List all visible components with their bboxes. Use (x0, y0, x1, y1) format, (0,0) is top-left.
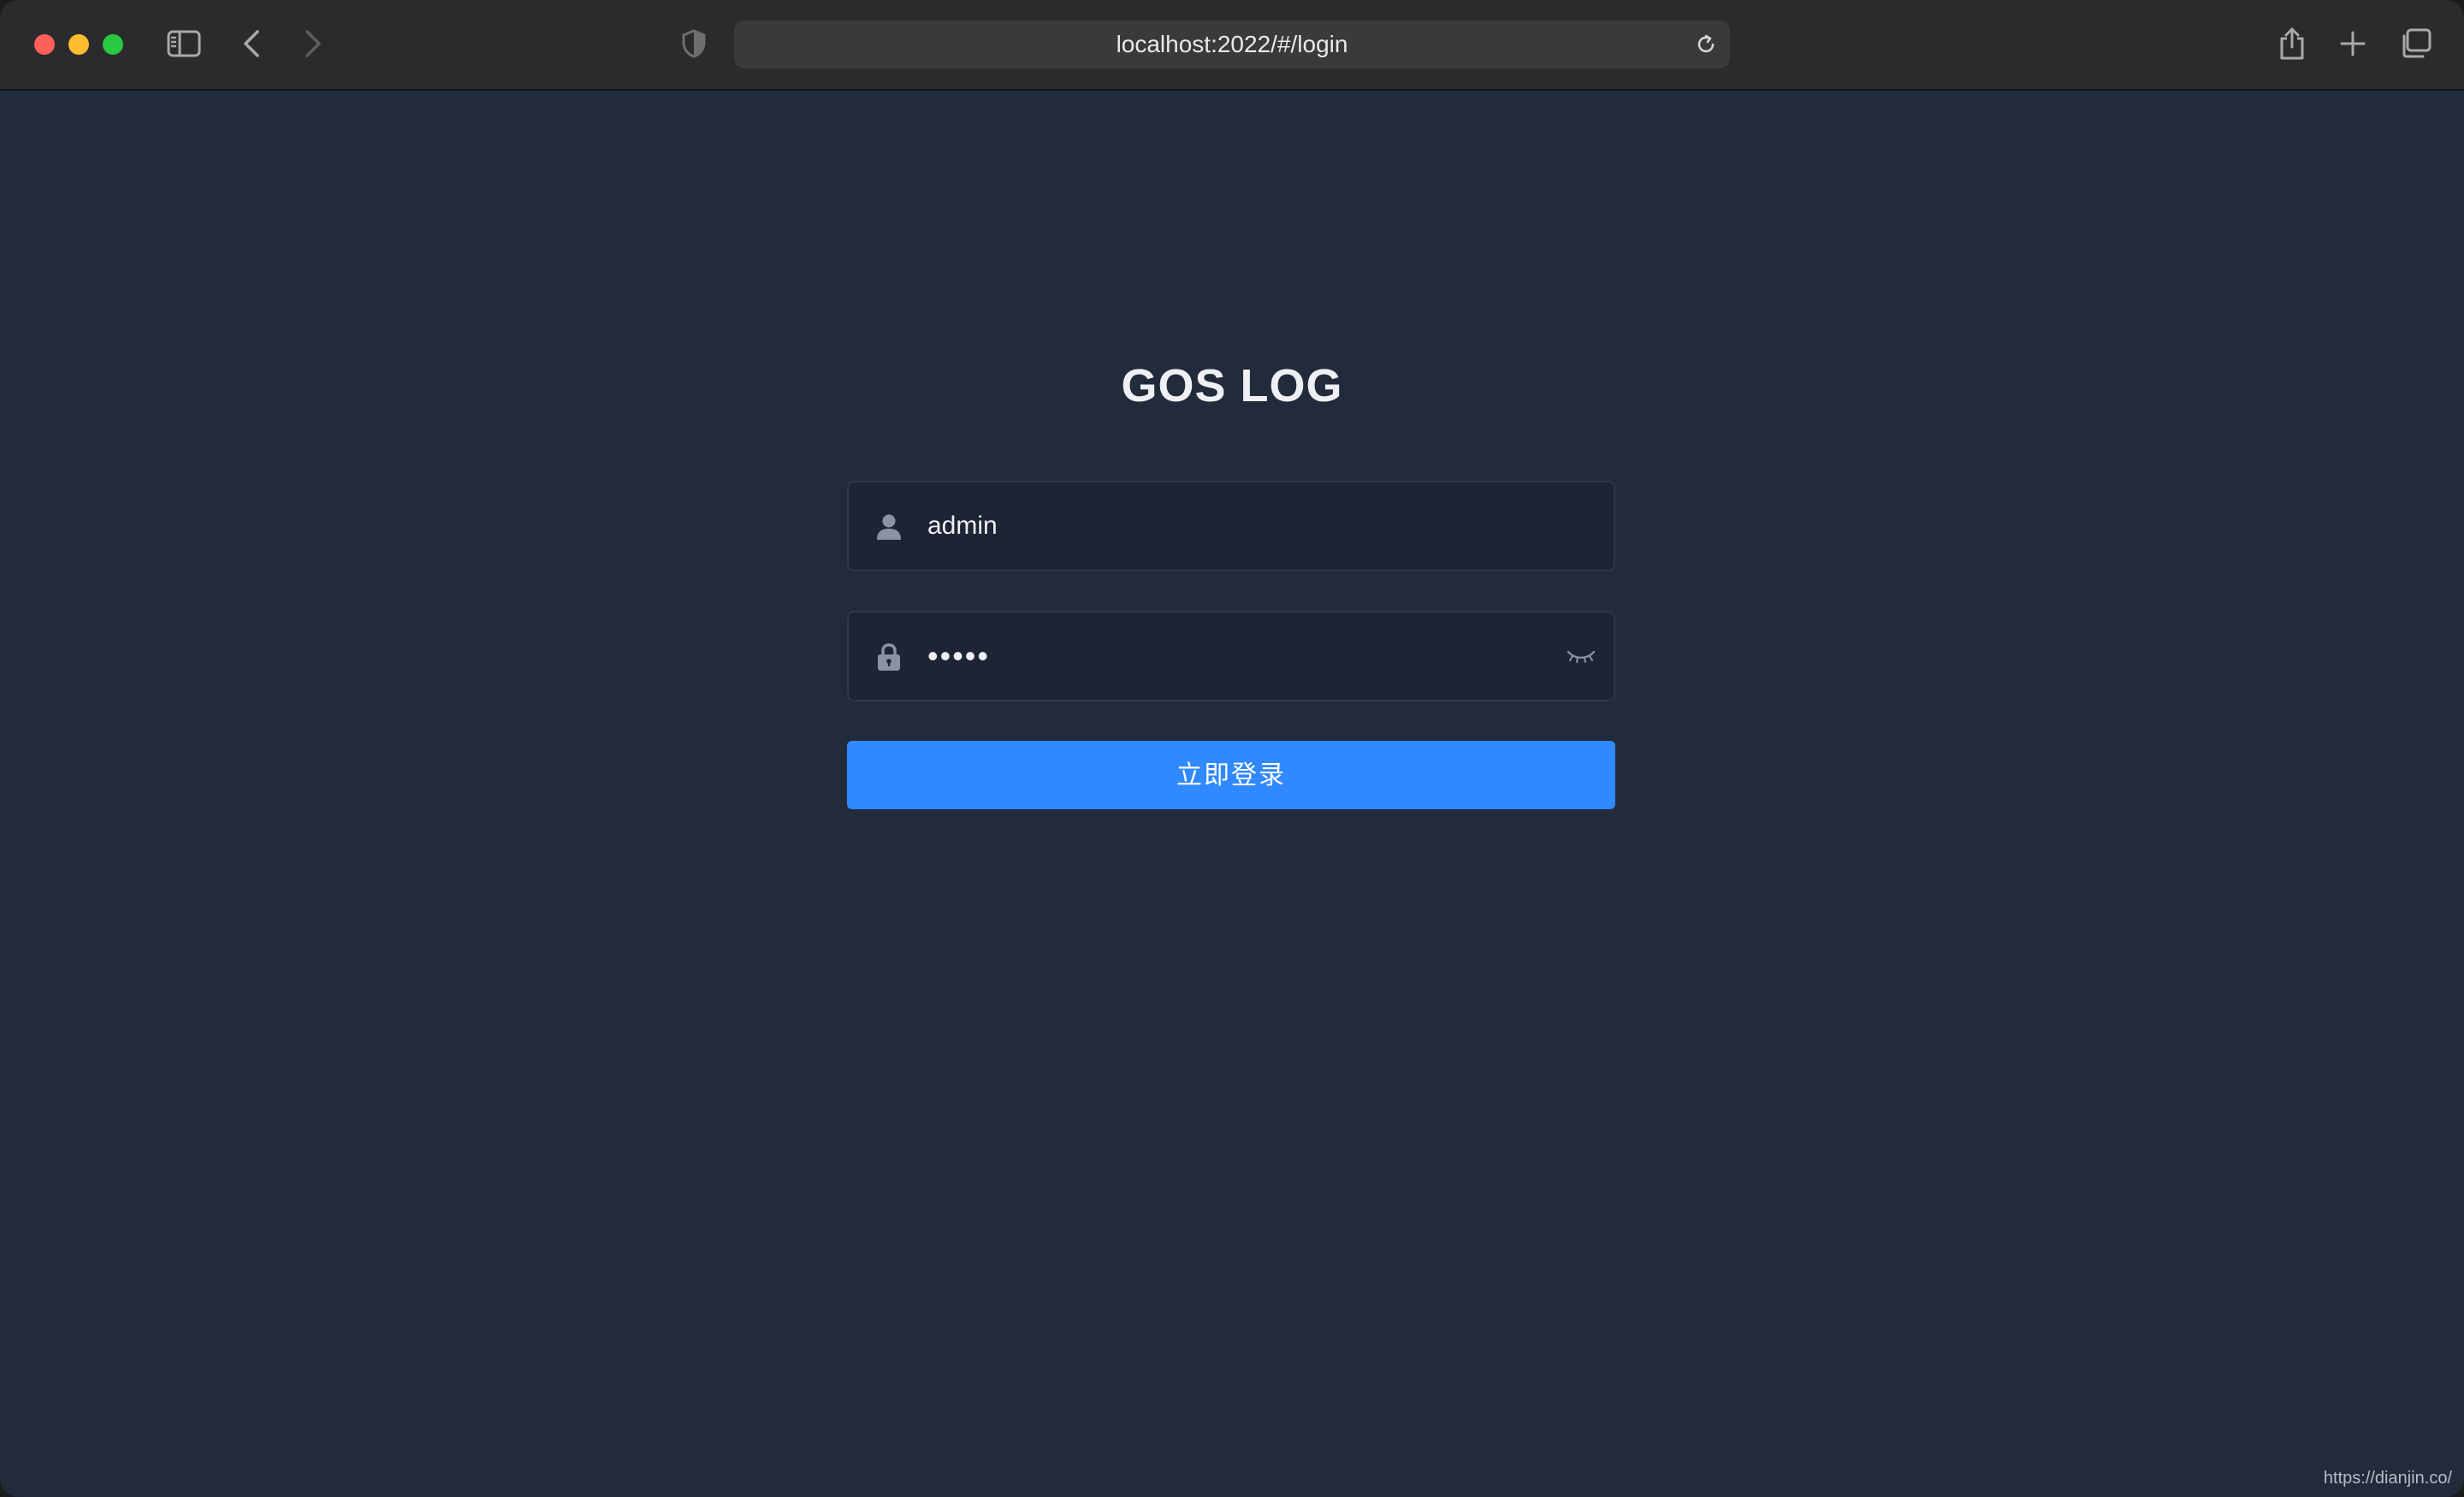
privacy-shield-icon[interactable] (681, 26, 707, 62)
share-icon[interactable] (2277, 26, 2307, 62)
watermark: https://dianjin.co/ (2323, 1469, 2452, 1488)
user-icon (877, 514, 901, 540)
back-icon[interactable] (240, 26, 264, 62)
lock-icon (878, 643, 900, 671)
eye-closed-icon[interactable] (1566, 643, 1596, 669)
username-field[interactable] (847, 481, 1615, 571)
window-close-button[interactable] (34, 34, 55, 55)
window-zoom-button[interactable] (103, 34, 123, 55)
password-input[interactable] (927, 612, 1526, 700)
address-bar[interactable]: localhost:2022/#/login (734, 21, 1730, 68)
tab-overview-icon[interactable] (2399, 26, 2431, 62)
username-input[interactable] (927, 482, 1526, 570)
url-text: localhost:2022/#/login (1116, 31, 1348, 57)
reload-icon[interactable] (1694, 33, 1718, 56)
page-title: GOS LOG (1121, 360, 1343, 411)
login-button[interactable]: 立即登录 (847, 741, 1615, 809)
login-page: GOS LOG 立即登录 (0, 91, 2464, 1497)
forward-icon[interactable] (301, 26, 325, 62)
browser-window: localhost:2022/#/login GOS LOG admin •••… (0, 0, 2464, 1497)
sidebar-toggle-icon[interactable] (166, 26, 202, 62)
password-field[interactable] (847, 611, 1615, 701)
window-minimize-button[interactable] (68, 34, 89, 55)
new-tab-icon[interactable] (2339, 26, 2366, 62)
browser-toolbar: localhost:2022/#/login (0, 0, 2464, 91)
